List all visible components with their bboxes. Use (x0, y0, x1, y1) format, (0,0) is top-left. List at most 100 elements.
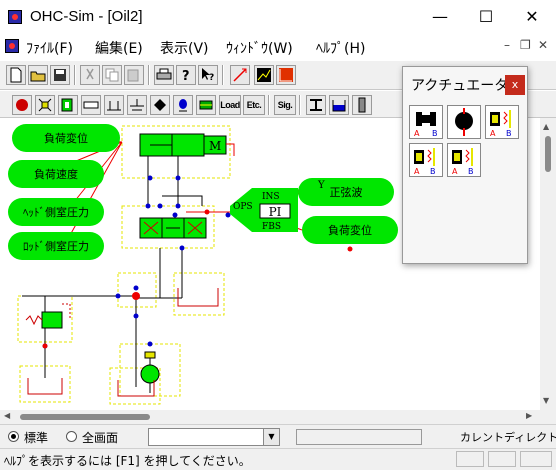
save-icon[interactable] (50, 65, 70, 85)
cylinder-spring3-ab-icon[interactable]: AB (447, 143, 481, 177)
menu-view[interactable]: 表示(V) (160, 38, 209, 58)
fullscreen-radio-label: 全画面 (82, 431, 119, 445)
vertical-scroll-thumb[interactable] (545, 136, 551, 172)
beam-icon[interactable] (306, 95, 326, 115)
app-window: OHC-Sim - [Oil2] — ☐ ✕ ﾌｧｲﾙ(F) 編集(E) 表示(… (0, 0, 556, 470)
load-speed-text: 負荷速度 (34, 167, 78, 181)
scroll-corner (540, 410, 556, 424)
directional-valve[interactable] (139, 217, 207, 239)
head-pressure-text: ﾍｯﾄﾞ側室圧力 (23, 205, 89, 219)
menu-edit[interactable]: 編集(E) (95, 38, 143, 58)
pump-symbol[interactable] (140, 351, 160, 393)
print-icon[interactable] (154, 65, 174, 85)
etc-button[interactable]: Etc. (243, 95, 265, 115)
actuator-palette[interactable]: アクチュエータ x AB AB AB AB (402, 66, 528, 264)
pipe-icon[interactable] (81, 95, 101, 115)
gauge-icon[interactable] (352, 95, 372, 115)
svg-text:B: B (432, 129, 438, 138)
document-icon[interactable] (5, 39, 19, 53)
menu-file[interactable]: ﾌｧｲﾙ(F) (26, 38, 73, 58)
status-bar: ﾍﾙﾌﾟを表示するには [F1] を押してください。 (0, 448, 556, 470)
palette-close-button[interactable]: x (505, 75, 525, 95)
close-button[interactable]: ✕ (509, 0, 555, 34)
fullscreen-radio[interactable] (66, 431, 77, 442)
junction-icon[interactable] (104, 95, 124, 115)
standard-radio-label: 標準 (24, 431, 49, 445)
standard-radio[interactable] (8, 431, 19, 442)
check-valve-icon[interactable] (150, 95, 170, 115)
load-button[interactable]: Load (219, 95, 241, 115)
palette-title: アクチュエータ (411, 78, 509, 94)
horizontal-scrollbar[interactable]: ◀ ▶ (0, 410, 540, 424)
scroll-up-icon[interactable]: ▲ (543, 122, 549, 131)
y-port: Y (317, 180, 325, 191)
app-icon[interactable] (8, 10, 22, 24)
signal-line-icon[interactable] (230, 65, 250, 85)
valve-icon[interactable] (35, 95, 55, 115)
cut-icon[interactable] (80, 65, 100, 85)
load-displacement-text-1: 負荷変位 (44, 131, 88, 145)
svg-text:A: A (490, 129, 496, 138)
status-pane-1 (456, 451, 484, 467)
chevron-down-icon[interactable]: ▼ (263, 429, 279, 445)
motor-label: M (209, 139, 221, 153)
mdi-close-button[interactable]: ✕ (538, 38, 548, 52)
cylinder-spring-ab-icon[interactable]: AB (485, 105, 519, 139)
svg-text:A: A (414, 167, 420, 176)
svg-text:?: ? (209, 73, 214, 83)
mdi-restore-button[interactable]: ❐ (520, 38, 531, 52)
svg-text:A: A (452, 167, 458, 176)
copy-icon[interactable] (102, 65, 122, 85)
tank-icon[interactable] (127, 95, 147, 115)
cylinder-icon[interactable] (58, 95, 78, 115)
maximize-button[interactable]: ☐ (463, 0, 509, 34)
load-displacement-text-2: 負荷変位 (328, 223, 372, 237)
status-pane-2 (488, 451, 516, 467)
title-bar[interactable]: OHC-Sim - [Oil2] — ☐ ✕ (0, 0, 556, 34)
status-pane-3 (520, 451, 552, 467)
scroll-down-icon[interactable]: ▼ (543, 396, 549, 405)
ops-port: OPS (233, 202, 253, 212)
cylinder-block[interactable] (139, 133, 205, 157)
scroll-right-icon[interactable]: ▶ (526, 411, 532, 420)
open-folder-icon[interactable] (28, 65, 48, 85)
menu-help[interactable]: ﾍﾙﾌﾟ(H) (316, 38, 365, 58)
progress-field (296, 429, 422, 445)
svg-text:B: B (506, 129, 512, 138)
cylinder-spring2-ab-icon[interactable]: AB (409, 143, 443, 177)
help-icon[interactable]: ? (176, 65, 196, 85)
menu-bar: ﾌｧｲﾙ(F) 編集(E) 表示(V) ｳｨﾝﾄﾞｳ(W) ﾍﾙﾌﾟ(H) – … (0, 34, 556, 60)
target-select[interactable]: ▼ (148, 428, 280, 446)
vertical-scrollbar[interactable]: ▲ ▼ (540, 118, 556, 410)
pi-text: PI (269, 205, 282, 219)
pump-icon[interactable] (12, 95, 32, 115)
window-title: OHC-Sim - [Oil2] (30, 8, 143, 25)
svg-text:?: ? (182, 69, 190, 84)
filter-icon[interactable] (196, 95, 216, 115)
status-message: ﾍﾙﾌﾟを表示するには [F1] を押してください。 (4, 454, 251, 468)
svg-text:A: A (414, 129, 420, 138)
chart-icon[interactable] (276, 65, 296, 85)
new-file-icon[interactable] (6, 65, 26, 85)
rod-pressure-text: ﾛｯﾄﾞ側室圧力 (23, 239, 89, 253)
context-help-icon[interactable]: ? (198, 65, 218, 85)
current-directory-label: カレントディレクトリ: (460, 431, 556, 444)
mdi-minimize-button[interactable]: – (504, 38, 510, 52)
relief-valve[interactable] (25, 303, 71, 329)
cylinder-ab-icon[interactable]: AB (409, 105, 443, 139)
accumulator-icon[interactable] (173, 95, 193, 115)
reservoir-icon[interactable] (329, 95, 349, 115)
paste-icon[interactable] (124, 65, 144, 85)
horizontal-scroll-thumb[interactable] (20, 414, 150, 420)
svg-text:B: B (468, 167, 474, 176)
svg-text:B: B (430, 167, 436, 176)
sine-wave-text: 正弦波 (330, 185, 363, 199)
junction-node[interactable] (132, 292, 140, 300)
scroll-left-icon[interactable]: ◀ (4, 411, 10, 420)
graph-icon[interactable] (254, 65, 274, 85)
minimize-button[interactable]: — (417, 0, 463, 34)
motor-icon[interactable] (447, 105, 481, 139)
ins-port: INS (262, 192, 280, 202)
menu-window[interactable]: ｳｨﾝﾄﾞｳ(W) (226, 38, 293, 58)
signal-button[interactable]: Sig. (274, 95, 296, 115)
